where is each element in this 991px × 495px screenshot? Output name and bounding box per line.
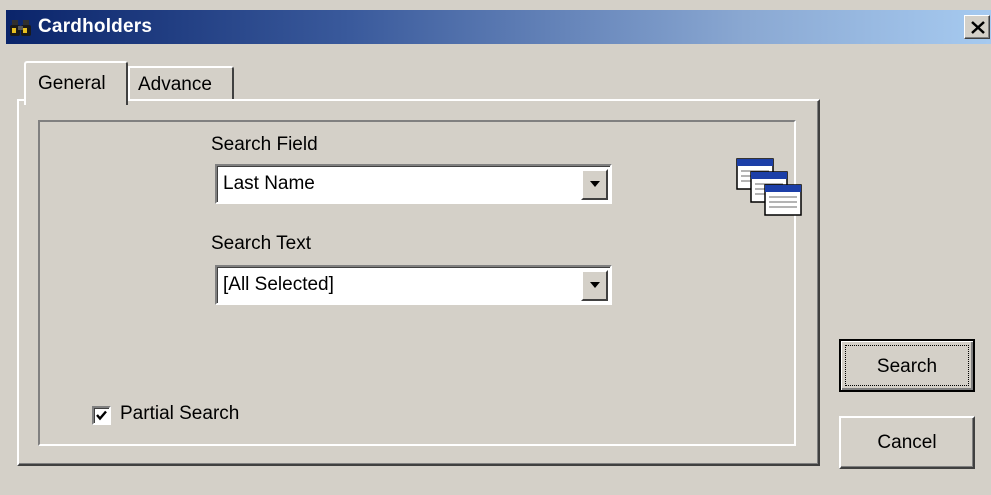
close-icon [971,21,985,34]
search-button[interactable]: Search [839,339,975,392]
search-field-value: Last Name [223,173,315,194]
tab-advance-label: Advance [138,74,212,95]
checkmark-icon [96,410,107,421]
search-text-value: [All Selected] [223,274,334,295]
tab-general-label: General [38,73,106,94]
general-tab-page: Search Field Last Name Search Text [All … [17,99,820,466]
search-button-label: Search [845,345,969,386]
chevron-down-icon [590,282,600,288]
search-field-label: Search Field [211,134,318,155]
chevron-down-icon [590,181,600,187]
tab-advance[interactable]: Advance [128,66,234,100]
binoculars-icon [10,18,36,38]
partial-search-checkbox[interactable] [92,406,111,425]
search-field-dropdown-button[interactable] [581,169,608,200]
partial-search-label[interactable]: Partial Search [120,403,239,425]
stacked-windows-icon [735,157,805,219]
search-options-group: Search Field Last Name Search Text [All … [38,120,802,446]
tab-general[interactable]: General [24,61,128,105]
cardholders-dialog: Cardholders General Advance Search Field… [0,0,991,495]
search-text-label: Search Text [211,233,311,254]
close-button[interactable] [964,15,990,39]
title-bar[interactable]: Cardholders [6,10,991,44]
window-title: Cardholders [38,16,153,37]
search-field-combo[interactable]: Last Name [215,164,612,204]
search-text-dropdown-button[interactable] [581,270,608,301]
cancel-button[interactable]: Cancel [839,416,975,469]
search-text-combo[interactable]: [All Selected] [215,265,612,305]
